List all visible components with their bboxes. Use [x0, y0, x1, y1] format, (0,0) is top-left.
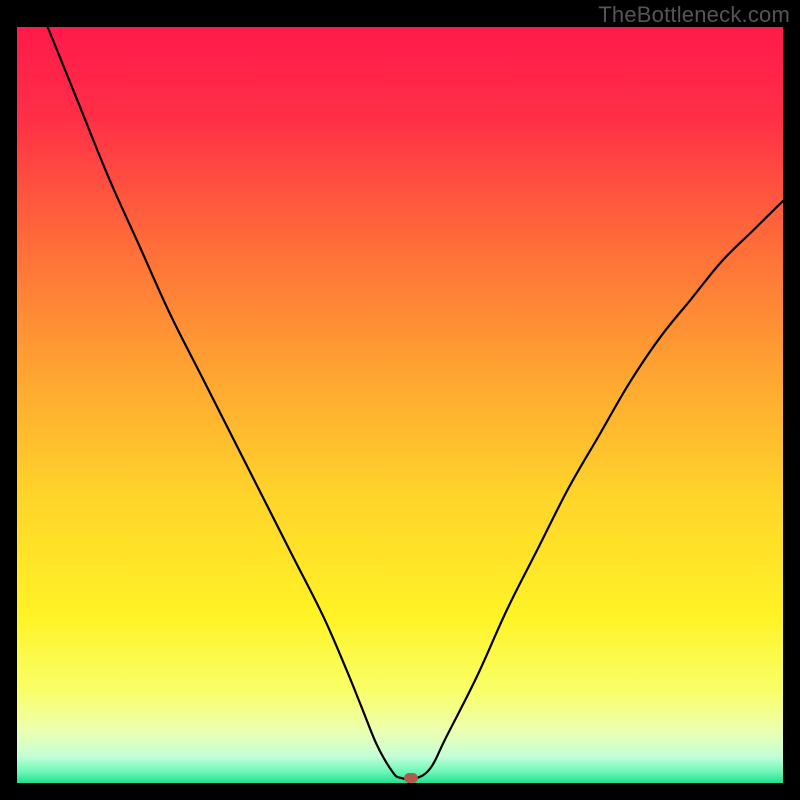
watermark-text: TheBottleneck.com — [598, 2, 790, 28]
bottleneck-curve — [17, 27, 783, 783]
optimum-marker — [404, 773, 418, 783]
plot-area — [17, 27, 783, 783]
chart-root: TheBottleneck.com — [0, 0, 800, 800]
